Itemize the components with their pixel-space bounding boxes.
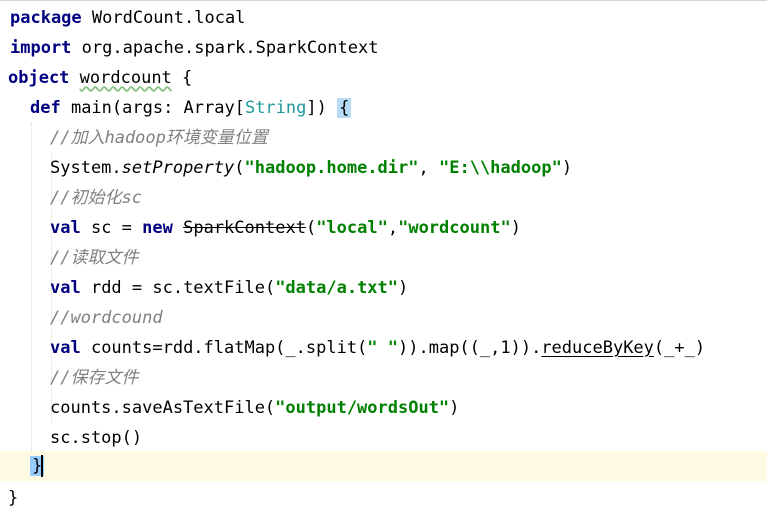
code-token: ) <box>449 398 460 418</box>
comment-token: //读取文件 <box>50 248 139 268</box>
code-line-text: import org.apache.spark.SparkContext <box>10 33 378 63</box>
keyword-token: object <box>8 68 70 88</box>
code-token: sc.stop() <box>50 428 143 448</box>
code-line[interactable]: //保存文件 <box>0 363 767 393</box>
code-token: ]) <box>306 98 338 118</box>
code-token: )).map((_,1)). <box>398 338 542 358</box>
comment-token: //wordcound <box>50 308 163 328</box>
code-token: wordcount <box>79 68 172 88</box>
string-token: "E:\\hadoop" <box>438 158 562 178</box>
code-token: String <box>244 98 307 118</box>
string-token: " " <box>367 338 399 358</box>
code-line-text: sc.stop() <box>50 423 142 453</box>
code-token: sc = <box>80 218 143 238</box>
code-line[interactable]: def main(args: Array[String]) { <box>0 93 767 123</box>
code-token: ) <box>510 218 521 238</box>
keyword-token: def <box>30 98 61 118</box>
code-line-text: //wordcound <box>50 303 163 333</box>
string-token: "data/a.txt" <box>275 278 399 298</box>
code-token: System. <box>50 158 122 178</box>
code-line-text: //初始化sc <box>50 183 142 213</box>
string-token: "output/wordsOut" <box>275 398 450 418</box>
code-line[interactable]: counts.saveAsTextFile("output/wordsOut") <box>0 393 767 423</box>
code-token: ) <box>398 278 409 298</box>
code-line[interactable]: object wordcount { <box>0 63 767 93</box>
code-line-text: object wordcount { <box>8 63 192 93</box>
code-line[interactable]: val sc = new SparkContext("local","wordc… <box>0 213 767 243</box>
code-token: ( <box>234 158 245 178</box>
code-token: ) <box>561 158 573 178</box>
code-token: reduceByKey <box>541 338 654 358</box>
code-token: , <box>418 158 439 178</box>
code-line[interactable]: System.setProperty("hadoop.home.dir", "E… <box>0 153 767 183</box>
string-token: "local" <box>316 218 388 238</box>
code-token: { <box>337 98 352 118</box>
code-line[interactable]: sc.stop() <box>0 423 767 453</box>
editor-top-border <box>0 0 767 1</box>
code-token: main(args: Array[ <box>60 98 245 118</box>
keyword-token: package <box>10 8 82 28</box>
code-token: , <box>387 218 399 238</box>
code-line-text: val counts=rdd.flatMap(_.split(" ")).map… <box>50 333 705 363</box>
code-line-text: //保存文件 <box>50 363 138 393</box>
code-line[interactable]: import org.apache.spark.SparkContext <box>0 33 767 63</box>
code-line[interactable]: //加入hadoop环境变量位置 <box>0 123 767 153</box>
code-token: counts.saveAsTextFile( <box>50 398 276 418</box>
code-line-text: //加入hadoop环境变量位置 <box>50 123 268 153</box>
code-token: org.apache.spark.SparkContext <box>71 38 379 58</box>
code-line[interactable]: package WordCount.local <box>0 3 767 33</box>
code-token: rdd = sc.textFile( <box>80 278 276 298</box>
code-token: WordCount.local <box>81 8 246 28</box>
code-line[interactable]: //初始化sc <box>0 183 767 213</box>
keyword-token: new <box>142 218 173 238</box>
code-line-text: val sc = new SparkContext("local","wordc… <box>50 213 521 243</box>
string-token: "hadoop.home.dir" <box>244 158 419 178</box>
comment-token: //初始化sc <box>50 188 142 208</box>
code-line[interactable]: } <box>0 451 767 481</box>
code-line-text: val rdd = sc.textFile("data/a.txt") <box>50 273 408 303</box>
keyword-token: import <box>10 38 72 58</box>
code-token: { <box>171 68 193 88</box>
keyword-token: val <box>50 218 81 238</box>
code-line-text: //读取文件 <box>50 243 138 273</box>
code-line-text: } <box>8 483 18 513</box>
code-token: (_+_) <box>653 338 706 358</box>
keyword-token: val <box>50 278 81 298</box>
code-token: ( <box>305 218 317 238</box>
code-token: setProperty <box>121 158 235 178</box>
comment-token: //加入hadoop环境变量位置 <box>50 128 268 148</box>
code-editor[interactable]: package WordCount.local import org.apache… <box>0 0 767 523</box>
code-line-text: def main(args: Array[String]) { <box>30 93 352 123</box>
keyword-token: val <box>50 338 81 358</box>
code-token: counts=rdd.flatMap(_.split( <box>80 338 368 358</box>
code-line[interactable]: val counts=rdd.flatMap(_.split(" ")).map… <box>0 333 767 363</box>
code-line[interactable]: //读取文件 <box>0 243 767 273</box>
code-line[interactable]: //wordcound <box>0 303 767 333</box>
code-token: SparkContext <box>183 218 306 238</box>
code-line-text: counts.saveAsTextFile("output/wordsOut") <box>50 393 459 423</box>
code-line-text: System.setProperty("hadoop.home.dir", "E… <box>50 153 572 183</box>
code-token: } <box>8 488 19 508</box>
code-line[interactable]: val rdd = sc.textFile("data/a.txt") <box>0 273 767 303</box>
code-line[interactable]: } <box>0 483 767 513</box>
comment-token: //保存文件 <box>50 368 139 388</box>
code-line-text: package WordCount.local <box>10 3 245 33</box>
text-caret <box>41 455 43 477</box>
string-token: "wordcount" <box>398 218 511 238</box>
